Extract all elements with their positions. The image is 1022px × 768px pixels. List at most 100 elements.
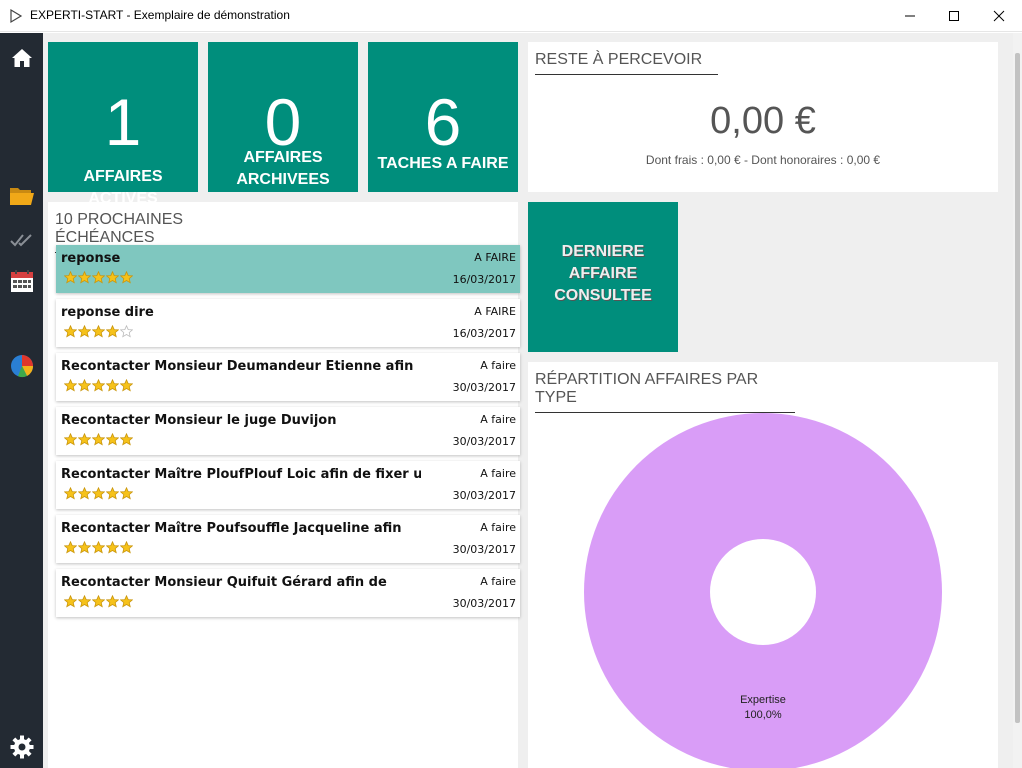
minimize-icon bbox=[905, 15, 915, 17]
settings-gear-icon bbox=[10, 735, 34, 759]
close-icon bbox=[993, 10, 1005, 22]
star-filled-icon bbox=[64, 271, 77, 284]
star-filled-icon bbox=[64, 595, 77, 608]
tile-affaires-actives[interactable]: 1 AFFAIRES ACTIVES bbox=[48, 42, 198, 207]
calendar-icon bbox=[11, 270, 33, 292]
left-nav-rail bbox=[0, 33, 43, 768]
star-filled-icon bbox=[78, 541, 91, 554]
pie-chart-icon bbox=[11, 355, 34, 378]
star-filled-icon bbox=[92, 433, 105, 446]
star-filled-icon bbox=[64, 433, 77, 446]
star-filled-icon bbox=[120, 379, 133, 392]
nav-statistiques[interactable] bbox=[7, 351, 37, 381]
folder-icon bbox=[10, 188, 34, 205]
star-filled-icon bbox=[106, 595, 119, 608]
close-button[interactable] bbox=[976, 0, 1022, 32]
task-title: Recontacter Monsieur le juge Duvijon bbox=[61, 413, 337, 428]
task-title: Recontacter Monsieur Quifuit Gérard afin… bbox=[61, 575, 387, 590]
vertical-scrollbar[interactable] bbox=[1013, 33, 1022, 768]
pie-label-category: Expertise bbox=[740, 694, 786, 706]
dashboard: 1 AFFAIRES ACTIVES 0 AFFAIRES ARCHIVEES … bbox=[43, 33, 1018, 768]
window-titlebar: EXPERTI-START - Exemplaire de démonstrat… bbox=[0, 0, 1022, 32]
tile-count: 1 bbox=[104, 85, 142, 159]
task-priority-stars bbox=[64, 325, 133, 339]
panel-title: RESTE À PERCEVOIR bbox=[535, 51, 718, 75]
task-date: 16/03/2017 bbox=[452, 327, 516, 340]
nav-parametres[interactable] bbox=[7, 732, 37, 762]
task-title: Recontacter Maître Poufsouffle Jacquelin… bbox=[61, 521, 402, 536]
nav-taches[interactable] bbox=[7, 225, 37, 255]
star-filled-icon bbox=[92, 541, 105, 554]
star-filled-icon bbox=[92, 595, 105, 608]
nav-home[interactable] bbox=[7, 43, 37, 73]
star-filled-icon bbox=[64, 487, 77, 500]
derniere-line3: CONSULTEE bbox=[554, 287, 652, 304]
task-priority-stars bbox=[64, 379, 133, 393]
task-status: A faire bbox=[480, 413, 516, 426]
task-row[interactable]: Recontacter Monsieur Deumandeur Etienne … bbox=[56, 353, 520, 401]
task-date: 30/03/2017 bbox=[452, 489, 516, 502]
reste-amount: 0,00 € bbox=[710, 100, 816, 142]
task-row[interactable]: Recontacter Monsieur Quifuit Gérard afin… bbox=[56, 569, 520, 617]
star-filled-icon bbox=[106, 433, 119, 446]
scrollbar-thumb[interactable] bbox=[1015, 53, 1020, 723]
star-filled-icon bbox=[120, 595, 133, 608]
derniere-line1: DERNIERE bbox=[561, 243, 645, 260]
derniere-affaire-button[interactable]: DERNIERE AFFAIRE CONSULTEE bbox=[528, 202, 678, 352]
minimize-button[interactable] bbox=[887, 0, 933, 32]
task-title: reponse bbox=[61, 251, 121, 266]
pie-label-percent: 100,0% bbox=[744, 709, 782, 721]
app-play-icon bbox=[10, 8, 23, 24]
task-date: 30/03/2017 bbox=[452, 597, 516, 610]
task-row[interactable]: reponse A FAIRE 16/03/2017 bbox=[56, 245, 520, 293]
maximize-icon bbox=[949, 11, 959, 21]
star-filled-icon bbox=[92, 379, 105, 392]
tile-label: TACHES A FAIRE bbox=[377, 155, 509, 172]
star-filled-icon bbox=[78, 379, 91, 392]
star-filled-icon bbox=[106, 325, 119, 338]
star-filled-icon bbox=[106, 379, 119, 392]
task-status: A FAIRE bbox=[474, 251, 516, 264]
tile-label-line2: ARCHIVEES bbox=[236, 171, 330, 188]
star-filled-icon bbox=[64, 379, 77, 392]
star-filled-icon bbox=[92, 325, 105, 338]
task-row[interactable]: Recontacter Maître Poufsouffle Jacquelin… bbox=[56, 515, 520, 563]
task-priority-stars bbox=[64, 271, 133, 285]
task-date: 30/03/2017 bbox=[452, 381, 516, 394]
star-filled-icon bbox=[120, 271, 133, 284]
task-row[interactable]: reponse dire A FAIRE 16/03/2017 bbox=[56, 299, 520, 347]
task-date: 30/03/2017 bbox=[452, 435, 516, 448]
repartition-pie-chart: Expertise 100,0% bbox=[584, 413, 942, 768]
task-status: A FAIRE bbox=[474, 305, 516, 318]
nav-calendrier[interactable] bbox=[7, 266, 37, 296]
task-row[interactable]: Recontacter Maître PloufPlouf Loic afin … bbox=[56, 461, 520, 509]
tasks-check-icon bbox=[10, 234, 32, 247]
star-filled-icon bbox=[78, 271, 91, 284]
task-row[interactable]: Recontacter Monsieur le juge Duvijon A fa… bbox=[56, 407, 520, 455]
star-filled-icon bbox=[64, 541, 77, 554]
task-title: reponse dire bbox=[61, 305, 154, 320]
maximize-button[interactable] bbox=[931, 0, 977, 32]
tile-taches-a-faire[interactable]: 6 TACHES A FAIRE bbox=[368, 42, 518, 192]
task-priority-stars bbox=[64, 487, 133, 501]
task-title: Recontacter Maître PloufPlouf Loic afin … bbox=[61, 467, 421, 482]
star-filled-icon bbox=[78, 487, 91, 500]
tile-affaires-archivees[interactable]: 0 AFFAIRES ARCHIVEES bbox=[208, 42, 358, 192]
task-title: Recontacter Monsieur Deumandeur Etienne … bbox=[61, 359, 414, 374]
home-icon bbox=[12, 49, 32, 67]
task-status: A faire bbox=[480, 521, 516, 534]
task-status: A faire bbox=[480, 359, 516, 372]
star-filled-icon bbox=[120, 487, 133, 500]
window-title: EXPERTI-START - Exemplaire de démonstrat… bbox=[30, 8, 290, 22]
echeances-panel: 10 PROCHAINES ÉCHÉANCES reponse A FAIRE 16… bbox=[48, 202, 520, 768]
star-empty-icon bbox=[120, 325, 133, 338]
task-priority-stars bbox=[64, 541, 133, 555]
star-filled-icon bbox=[92, 271, 105, 284]
task-priority-stars bbox=[64, 433, 133, 447]
derniere-line2: AFFAIRE bbox=[568, 265, 638, 282]
repartition-panel: RÉPARTITION AFFAIRES PAR TYPE Expertise 1… bbox=[528, 362, 998, 768]
nav-affaires[interactable] bbox=[7, 181, 37, 211]
task-date: 30/03/2017 bbox=[452, 543, 516, 556]
tile-count: 6 bbox=[424, 85, 462, 159]
task-status: A faire bbox=[480, 467, 516, 480]
